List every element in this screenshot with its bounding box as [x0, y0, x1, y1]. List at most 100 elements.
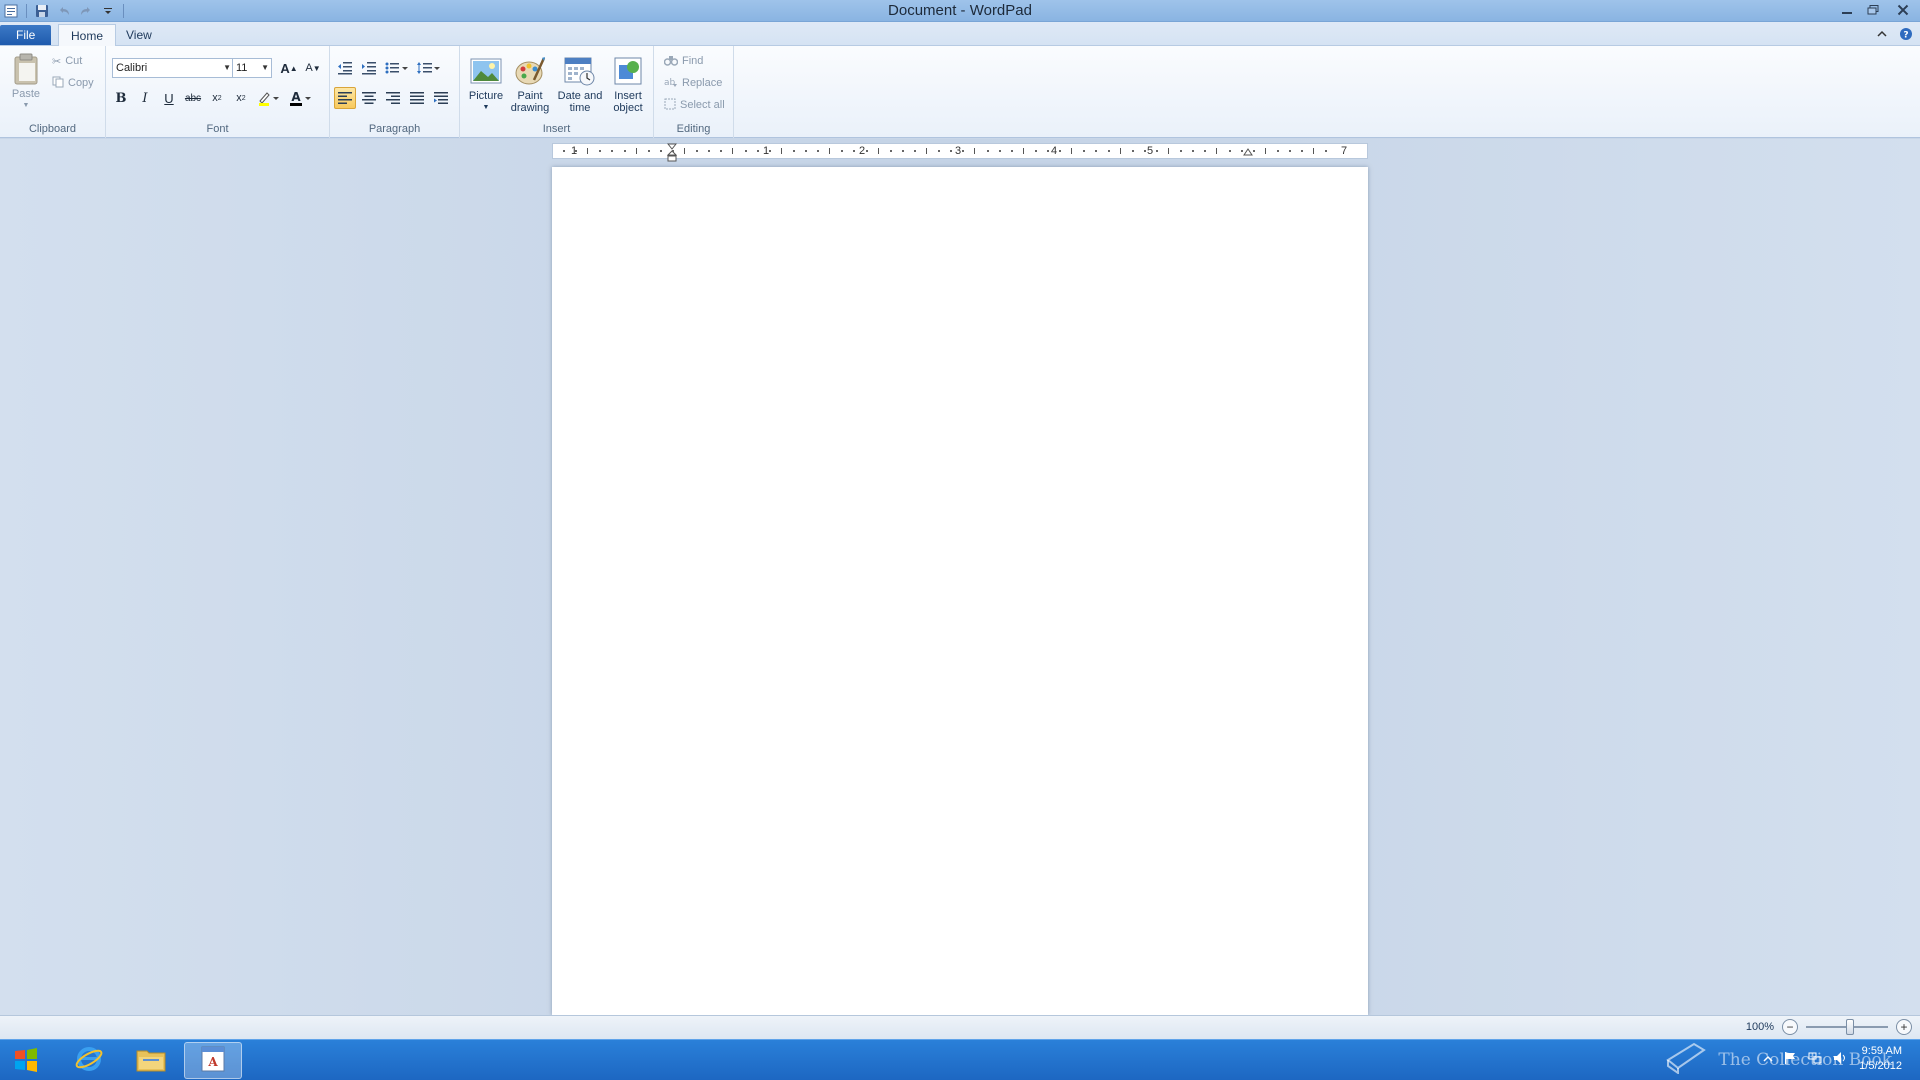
grow-font-icon[interactable]: A ▲: [278, 57, 300, 79]
ruler-mark: [744, 150, 747, 152]
internet-explorer-taskbar-button[interactable]: [60, 1042, 118, 1079]
save-icon[interactable]: [33, 2, 51, 20]
ruler-mark: [708, 150, 711, 152]
zoom-in-button[interactable]: +: [1896, 1019, 1912, 1035]
network-icon[interactable]: [1807, 1051, 1823, 1068]
replace-button[interactable]: ab Replace: [664, 74, 722, 92]
ruler-mark: [986, 150, 989, 152]
right-indent-marker[interactable]: [1243, 145, 1253, 161]
ruler-mark: [1155, 150, 1158, 152]
ruler-mark: [901, 150, 904, 152]
bullet-list-icon[interactable]: [382, 57, 412, 79]
tab-view[interactable]: View: [114, 24, 164, 46]
picture-dropdown-icon: ▼: [482, 104, 490, 111]
qat-separator: [123, 4, 124, 18]
justify-icon[interactable]: [406, 87, 428, 109]
insert-object-button[interactable]: Insert object: [606, 54, 650, 114]
zoom-slider-thumb[interactable]: [1846, 1019, 1854, 1035]
tab-home[interactable]: Home: [58, 24, 117, 47]
copy-icon: [52, 76, 64, 91]
system-clock[interactable]: 9:59 AM 1/5/2012: [1859, 1044, 1902, 1074]
minimize-button[interactable]: [1834, 0, 1860, 20]
ruler-mark: [913, 150, 916, 152]
wordpad-app-icon[interactable]: [2, 2, 20, 20]
volume-icon[interactable]: [1833, 1051, 1849, 1068]
paragraph-align-row: [334, 87, 452, 109]
ruler-mark: [817, 150, 820, 152]
customize-qat-icon[interactable]: [99, 2, 117, 20]
increase-indent-icon[interactable]: [358, 57, 380, 79]
underline-icon[interactable]: U: [158, 87, 180, 109]
bold-icon[interactable]: B: [110, 87, 132, 109]
copy-button[interactable]: Copy: [52, 74, 94, 92]
paste-button[interactable]: Paste ▼: [8, 52, 44, 112]
ruler-mark: [696, 150, 699, 152]
show-hidden-icons-icon[interactable]: [1763, 1052, 1773, 1066]
font-color-icon[interactable]: A: [286, 87, 316, 109]
ruler-mark: [659, 150, 662, 152]
picture-label: Picture: [468, 90, 504, 102]
file-explorer-taskbar-button[interactable]: [122, 1042, 180, 1079]
paint-drawing-button[interactable]: Paint drawing: [508, 54, 552, 114]
editing-group: Find ab Replace Select all Editing: [654, 46, 734, 138]
highlight-icon[interactable]: [254, 87, 284, 109]
ruler-mark: [1022, 148, 1024, 154]
align-center-icon[interactable]: [358, 87, 380, 109]
redo-icon[interactable]: [77, 2, 95, 20]
zoom-slider[interactable]: [1806, 1019, 1888, 1035]
ruler-mark: [1083, 150, 1086, 152]
ruler-mark: [1180, 150, 1183, 152]
ribbon-home: Paste ▼ ✂ Cut Copy Clipboard Calibri ▼ 1…: [0, 46, 1920, 138]
zoom-out-button[interactable]: −: [1782, 1019, 1798, 1035]
tab-file[interactable]: File: [0, 25, 52, 45]
ruler-mark: [877, 148, 879, 154]
minimize-ribbon-icon[interactable]: [1874, 26, 1890, 42]
wordpad-taskbar-button[interactable]: A: [184, 1042, 242, 1079]
line-spacing-icon[interactable]: [414, 57, 444, 79]
clock-date: 1/5/2012: [1859, 1060, 1902, 1072]
ruler-mark: [1313, 148, 1315, 154]
horizontal-ruler[interactable]: 1 1 2 3 4 5 7: [552, 143, 1368, 162]
subscript-icon[interactable]: x2: [206, 87, 228, 109]
find-button[interactable]: Find: [663, 52, 703, 70]
start-button[interactable]: [4, 1043, 48, 1079]
document-page[interactable]: [552, 167, 1368, 1015]
paragraph-group-label: Paragraph: [368, 123, 421, 135]
scissors-icon: ✂: [52, 55, 62, 68]
ruler-mark: [1301, 150, 1304, 152]
ruler-mark: [1240, 150, 1243, 152]
help-icon[interactable]: ?: [1898, 26, 1914, 42]
replace-label: Replace: [682, 77, 723, 89]
ruler-mark: [1047, 150, 1049, 152]
font-group: Calibri ▼ 11 ▼ A ▲ A ▼ B I U abc x2 x2 A F…: [106, 46, 330, 138]
italic-icon[interactable]: I: [134, 87, 156, 109]
picture-button[interactable]: Picture ▼: [464, 54, 508, 114]
flag-icon[interactable]: [1783, 1051, 1797, 1068]
font-family-select[interactable]: Calibri ▼: [112, 58, 234, 78]
ruler-mark: [684, 148, 685, 154]
paragraph-settings-icon[interactable]: [430, 87, 452, 109]
date-and-time-button[interactable]: Date and time: [554, 54, 606, 114]
ruler-mark: [732, 148, 734, 154]
close-button[interactable]: [1886, 0, 1920, 20]
font-group-label: Font: [206, 123, 229, 135]
insert-group-label: Insert: [542, 123, 571, 135]
restore-button[interactable]: [1860, 0, 1886, 20]
align-right-icon[interactable]: [382, 87, 404, 109]
undo-icon[interactable]: [55, 2, 73, 20]
font-size-select[interactable]: 11 ▼: [232, 58, 272, 78]
paint-label-line2: drawing: [510, 102, 550, 114]
select-all-button[interactable]: Select all: [664, 96, 725, 114]
cut-button[interactable]: ✂ Cut: [52, 52, 82, 70]
align-left-icon[interactable]: [334, 87, 356, 109]
select-all-label: Select all: [680, 99, 725, 111]
window-controls: [1834, 0, 1920, 20]
shrink-font-icon[interactable]: A ▼: [302, 57, 324, 79]
superscript-icon[interactable]: x2: [230, 87, 252, 109]
strikethrough-icon[interactable]: abc: [182, 87, 204, 109]
copy-label: Copy: [68, 77, 94, 89]
ruler-mark: [1289, 150, 1291, 152]
decrease-indent-icon[interactable]: [334, 57, 356, 79]
ruler-mark: [780, 148, 782, 154]
ruler-mark: [611, 150, 614, 152]
